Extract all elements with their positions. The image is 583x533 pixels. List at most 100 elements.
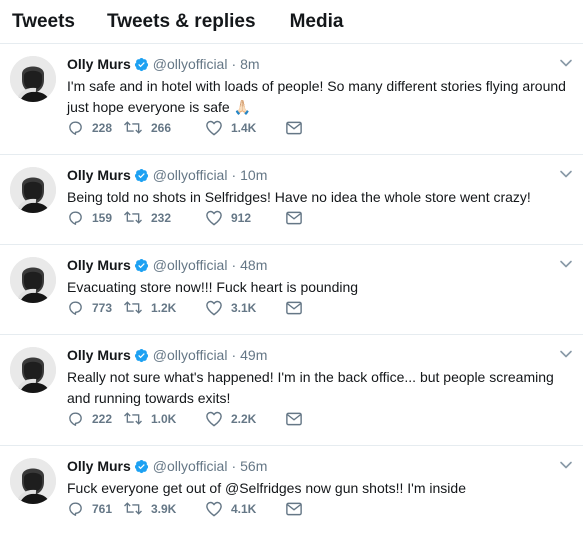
direct-message-button[interactable]	[285, 210, 303, 226]
message-icon	[285, 210, 303, 226]
retweet-button[interactable]: 266	[123, 119, 205, 136]
verified-badge-icon	[134, 348, 149, 363]
like-button[interactable]: 912	[205, 209, 285, 226]
tweet-timestamp[interactable]: 49m	[240, 347, 267, 363]
reply-count: 228	[92, 120, 113, 135]
retweet-icon	[123, 299, 143, 316]
tweet-header: Olly Murs @ollyofficial · 49m	[67, 345, 573, 365]
user-handle[interactable]: @ollyofficial	[153, 458, 228, 474]
reply-count: 159	[92, 210, 113, 225]
retweet-button[interactable]: 1.2K	[123, 299, 205, 316]
tweet-body: Olly Murs @ollyofficial · 10m Being told…	[67, 165, 573, 208]
tab-tweets[interactable]: Tweets	[12, 11, 75, 33]
tweet-timestamp[interactable]: 8m	[240, 56, 259, 72]
message-icon	[285, 501, 303, 517]
retweet-count: 1.2K	[151, 300, 177, 315]
tweet-body: Olly Murs @ollyofficial · 8m I'm safe an…	[67, 54, 573, 118]
reply-icon	[67, 299, 84, 316]
tweet-body: Olly Murs @ollyofficial · 56m Fuck every…	[67, 456, 573, 499]
direct-message-button[interactable]	[285, 501, 303, 517]
retweet-count: 232	[151, 210, 172, 225]
tweet-timestamp[interactable]: 10m	[240, 167, 267, 183]
tweet-timeline: Olly Murs @ollyofficial · 8m I'm safe an…	[0, 44, 583, 533]
tweet-body: Olly Murs @ollyofficial · 48m Evacuating…	[67, 255, 573, 298]
verified-badge-icon	[134, 168, 149, 183]
tab-tweets-and-replies[interactable]: Tweets & replies	[107, 11, 256, 33]
tweet-text: Being told no shots in Selfridges! Have …	[67, 189, 531, 205]
chevron-down-icon[interactable]	[559, 167, 573, 181]
tweet[interactable]: Olly Murs @ollyofficial · 8m I'm safe an…	[0, 44, 583, 155]
direct-message-button[interactable]	[285, 300, 303, 316]
user-handle[interactable]: @ollyofficial	[153, 347, 228, 363]
tweet-timestamp[interactable]: 48m	[240, 257, 267, 273]
chevron-down-icon[interactable]	[559, 347, 573, 361]
reply-icon	[67, 209, 84, 226]
tweet-actions: 228 266 1.4K	[67, 119, 303, 136]
verified-badge-icon	[134, 459, 149, 474]
like-count: 4.1K	[231, 501, 257, 516]
tweet-body: Olly Murs @ollyofficial · 49m Really not…	[67, 345, 573, 409]
tweet-header: Olly Murs @ollyofficial · 10m	[67, 165, 573, 185]
retweet-count: 1.0K	[151, 411, 177, 426]
user-name[interactable]: Olly Murs	[67, 167, 131, 183]
message-icon	[285, 411, 303, 427]
like-count: 1.4K	[231, 120, 257, 135]
like-button[interactable]: 3.1K	[205, 299, 285, 316]
like-button[interactable]: 2.2K	[205, 410, 285, 427]
retweet-button[interactable]: 1.0K	[123, 410, 205, 427]
tweet[interactable]: Olly Murs @ollyofficial · 10m Being told…	[0, 155, 583, 245]
tweet-header: Olly Murs @ollyofficial · 56m	[67, 456, 573, 476]
separator-dot: ·	[231, 56, 237, 72]
tweet[interactable]: Olly Murs @ollyofficial · 49m Really not…	[0, 335, 583, 446]
avatar[interactable]	[10, 56, 56, 102]
retweet-button[interactable]: 232	[123, 209, 205, 226]
user-handle[interactable]: @ollyofficial	[153, 257, 228, 273]
chevron-down-icon[interactable]	[559, 56, 573, 70]
like-icon	[205, 299, 223, 316]
avatar[interactable]	[10, 167, 56, 213]
separator-dot: ·	[231, 458, 237, 474]
message-icon	[285, 120, 303, 136]
like-icon	[205, 410, 223, 427]
user-name[interactable]: Olly Murs	[67, 347, 131, 363]
user-handle[interactable]: @ollyofficial	[153, 56, 228, 72]
retweet-icon	[123, 209, 143, 226]
reply-count: 222	[92, 411, 113, 426]
reply-button[interactable]: 761	[67, 500, 123, 517]
like-button[interactable]: 4.1K	[205, 500, 285, 517]
avatar[interactable]	[10, 257, 56, 303]
chevron-down-icon[interactable]	[559, 257, 573, 271]
reply-button[interactable]: 228	[67, 119, 123, 136]
user-name[interactable]: Olly Murs	[67, 56, 131, 72]
reply-icon	[67, 500, 84, 517]
user-name[interactable]: Olly Murs	[67, 257, 131, 273]
user-name[interactable]: Olly Murs	[67, 458, 131, 474]
retweet-icon	[123, 500, 143, 517]
reply-icon	[67, 119, 84, 136]
retweet-button[interactable]: 3.9K	[123, 500, 205, 517]
chevron-down-icon[interactable]	[559, 458, 573, 472]
reply-count: 773	[92, 300, 113, 315]
avatar[interactable]	[10, 458, 56, 504]
reply-button[interactable]: 159	[67, 209, 123, 226]
direct-message-button[interactable]	[285, 120, 303, 136]
tweet-actions: 222 1.0K 2.2K	[67, 410, 303, 427]
direct-message-button[interactable]	[285, 411, 303, 427]
reply-button[interactable]: 773	[67, 299, 123, 316]
profile-tabs: Tweets Tweets & replies Media	[0, 0, 583, 44]
tweet-actions: 761 3.9K 4.1K	[67, 500, 303, 517]
tweet-timestamp[interactable]: 56m	[240, 458, 267, 474]
reply-icon	[67, 410, 84, 427]
like-button[interactable]: 1.4K	[205, 119, 285, 136]
tweet[interactable]: Olly Murs @ollyofficial · 56m Fuck every…	[0, 446, 583, 533]
tweet-text: Fuck everyone get out of @Selfridges now…	[67, 480, 466, 496]
separator-dot: ·	[231, 167, 237, 183]
reply-button[interactable]: 222	[67, 410, 123, 427]
tab-media[interactable]: Media	[290, 11, 344, 33]
tweet-header: Olly Murs @ollyofficial · 8m	[67, 54, 573, 74]
tweet[interactable]: Olly Murs @ollyofficial · 48m Evacuating…	[0, 245, 583, 335]
avatar[interactable]	[10, 347, 56, 393]
user-handle[interactable]: @ollyofficial	[153, 167, 228, 183]
tweet-header: Olly Murs @ollyofficial · 48m	[67, 255, 573, 275]
retweet-icon	[123, 410, 143, 427]
